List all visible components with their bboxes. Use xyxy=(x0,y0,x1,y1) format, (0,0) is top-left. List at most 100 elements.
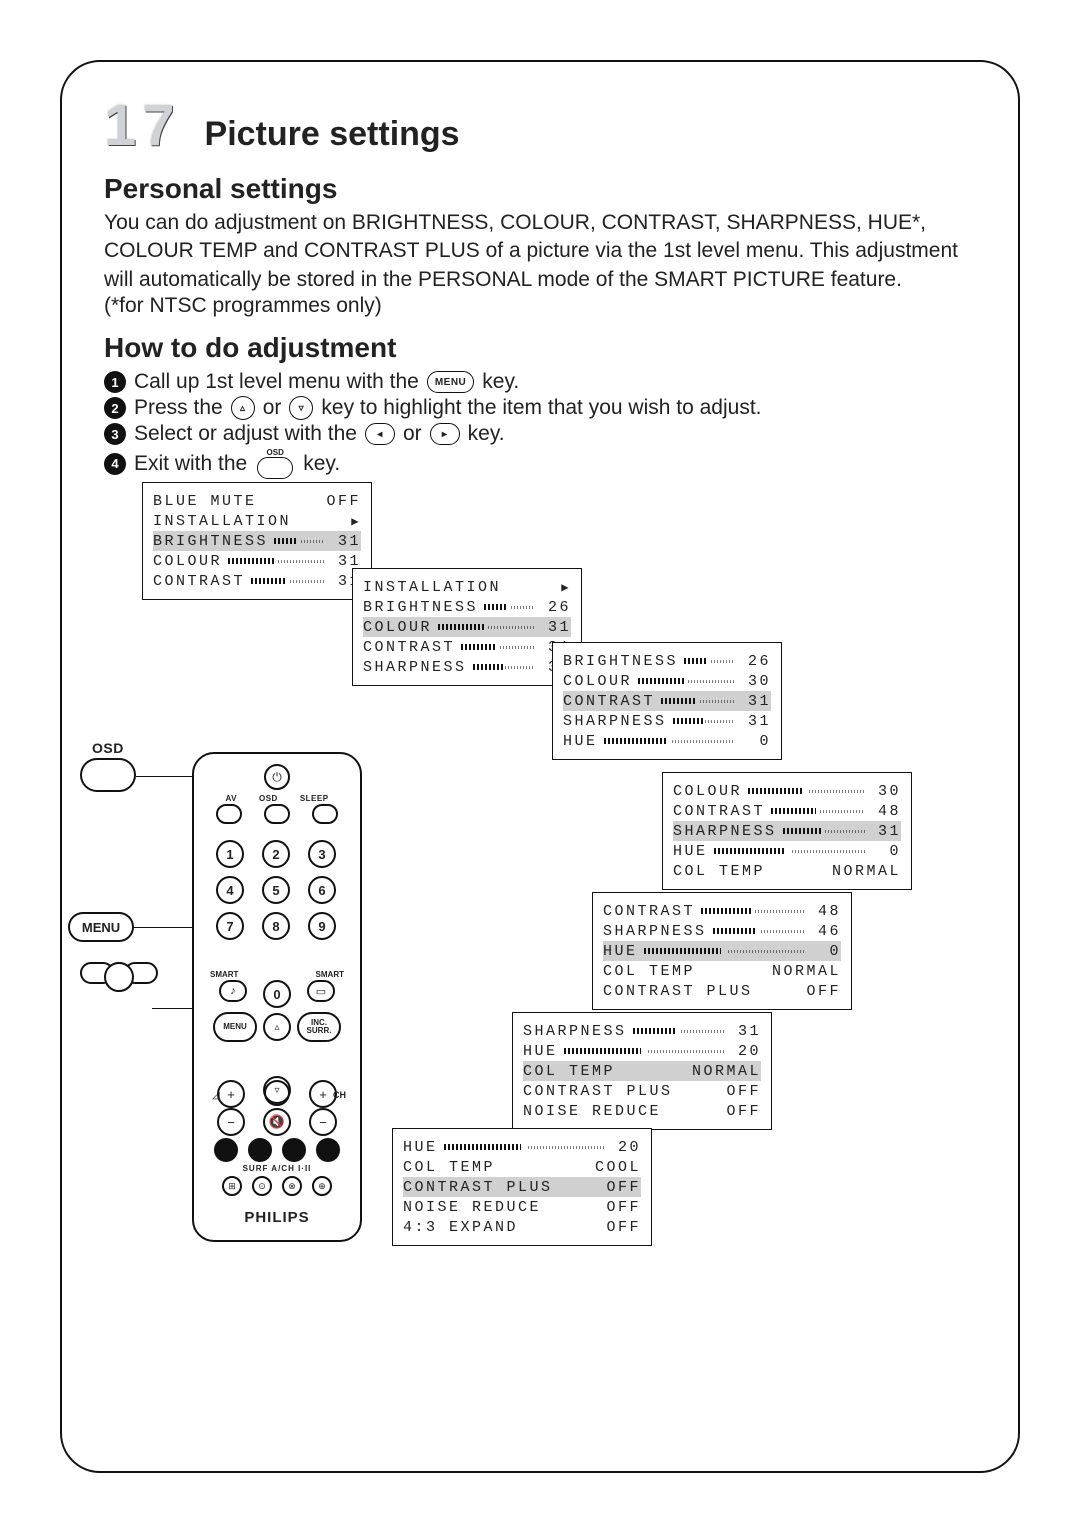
m6r1v: 20 xyxy=(731,1043,761,1060)
tiny-4: ⊕ xyxy=(312,1176,332,1196)
osd-menu-4: COLOUR30 CONTRAST48 SHARPNESS31 HUE0 COL… xyxy=(662,772,912,890)
top-row xyxy=(216,804,338,824)
menu-row: MENU ▵ INC. SURR. xyxy=(213,1012,341,1042)
m7r1l: COL TEMP xyxy=(403,1159,495,1176)
num-9: 9 xyxy=(308,912,336,940)
m7r4v: OFF xyxy=(606,1219,641,1236)
osd-key-icon xyxy=(257,457,293,479)
m5r0l: CONTRAST xyxy=(603,903,695,920)
step-3: 3 Select or adjust with the ◂ or ▸ key. xyxy=(104,422,976,446)
m7r4l: 4:3 EXPAND xyxy=(403,1219,518,1236)
bullet-1: 1 xyxy=(104,371,126,393)
m6r1l: HUE xyxy=(523,1043,558,1060)
tiny-2: ⊙ xyxy=(252,1176,272,1196)
m6r4v: OFF xyxy=(726,1103,761,1120)
m3r2v: 31 xyxy=(741,693,771,710)
m1r4l: CONTRAST xyxy=(153,573,245,590)
m3r3v: 31 xyxy=(741,713,771,730)
m5r3l: COL TEMP xyxy=(603,963,695,980)
step-3-text-b: or xyxy=(403,422,422,446)
step-1: 1 Call up 1st level menu with the MENU k… xyxy=(104,370,976,394)
m1r2l: BRIGHTNESS xyxy=(153,533,268,550)
step-2-text-b: or xyxy=(263,396,282,420)
m1r3l: COLOUR xyxy=(153,553,222,570)
m4r1l: CONTRAST xyxy=(673,803,765,820)
m2r2v: 31 xyxy=(541,619,571,636)
m5r1l: SHARPNESS xyxy=(603,923,707,940)
num-5: 5 xyxy=(262,876,290,904)
menu-key-icon: MENU xyxy=(427,371,474,393)
m7r1v: COOL xyxy=(595,1159,641,1176)
m3r4l: HUE xyxy=(563,733,598,750)
m3r0l: BRIGHTNESS xyxy=(563,653,678,670)
m4r1v: 48 xyxy=(871,803,901,820)
osd-key-label: OSD xyxy=(267,448,284,457)
m6r2v: NORMAL xyxy=(692,1063,761,1080)
bullet-4: 4 xyxy=(104,453,126,475)
osd-button xyxy=(264,804,290,824)
menu-button: MENU xyxy=(213,1012,257,1042)
m3r2l: CONTRAST xyxy=(563,693,655,710)
m6r3v: OFF xyxy=(726,1083,761,1100)
m2r1v: 26 xyxy=(541,599,571,616)
osd-callout-label: OSD xyxy=(92,740,124,756)
osd-label: OSD xyxy=(259,794,278,803)
vol-tri-icon: ◿ xyxy=(212,1090,220,1101)
osd-callout-key xyxy=(80,758,136,792)
step-4: 4 Exit with the OSD key. xyxy=(104,448,976,479)
color-key-1 xyxy=(214,1138,238,1162)
num-0: 0 xyxy=(263,980,291,1008)
mute-icon xyxy=(264,1080,290,1106)
m6r3l: CONTRAST PLUS xyxy=(523,1083,673,1100)
m4r0v: 30 xyxy=(871,783,901,800)
m2r1l: BRIGHTNESS xyxy=(363,599,478,616)
osd-menu-5: CONTRAST48 SHARPNESS46 HUE0 COL TEMPNORM… xyxy=(592,892,852,1010)
m1r2v: 31 xyxy=(331,533,361,550)
top-labels: AV OSD SLEEP xyxy=(225,794,328,803)
av-label: AV xyxy=(225,794,237,803)
osd-menu-2: INSTALLATION BRIGHTNESS26 COLOUR31 CONTR… xyxy=(352,568,582,686)
section-heading-howto: How to do adjustment xyxy=(104,332,976,364)
num-4: 4 xyxy=(216,876,244,904)
m2r2l: COLOUR xyxy=(363,619,432,636)
color-key-4 xyxy=(316,1138,340,1162)
m5r2l: HUE xyxy=(603,943,638,960)
m4r2v: 31 xyxy=(871,823,901,840)
m5r2v: 0 xyxy=(811,943,841,960)
osd-menu-7: HUE20 COL TEMPCOOL CONTRAST PLUSOFF NOIS… xyxy=(392,1128,652,1246)
cursor-down-icon: ▿ xyxy=(289,396,313,420)
num-8: 8 xyxy=(262,912,290,940)
step-2-text-c: key to highlight the item that you wish … xyxy=(321,396,761,420)
ntsc-note: (*for NTSC programmes only) xyxy=(104,294,976,318)
m6r0v: 31 xyxy=(731,1023,761,1040)
m6r2l: COL TEMP xyxy=(523,1063,615,1080)
m4r3v: 0 xyxy=(871,843,901,860)
m1r0l: BLUE MUTE xyxy=(153,493,257,510)
m3r3l: SHARPNESS xyxy=(563,713,667,730)
m4r3l: HUE xyxy=(673,843,708,860)
osd-menu-3: BRIGHTNESS26 COLOUR30 CONTRAST31 SHARPNE… xyxy=(552,642,782,760)
osd-menu-6: SHARPNESS 31 HUE 20 COL TEMP NORMAL CONTRAS… xyxy=(512,1012,772,1130)
cursor-up-icon: ▵ xyxy=(231,396,255,420)
av-button xyxy=(216,804,242,824)
menu-callout-key: MENU xyxy=(68,912,134,942)
osd-menu-1: BLUE MUTE OFF INSTALLATION BRIGHTNESS 31 C… xyxy=(142,482,372,600)
m7r2v: OFF xyxy=(606,1179,641,1196)
tiny-row: ⊞ ⊙ ⊗ ⊕ xyxy=(222,1176,332,1196)
section-body-personal: You can do adjustment on BRIGHTNESS, COL… xyxy=(104,209,976,294)
step-2-text-a: Press the xyxy=(134,396,223,420)
smart-sound-button: ♪ xyxy=(219,980,247,1002)
m3r4v: 0 xyxy=(741,733,771,750)
step-3-text-a: Select or adjust with the xyxy=(134,422,357,446)
smart-left: SMART xyxy=(210,970,238,979)
page-number: 17 xyxy=(104,92,181,159)
step-4-text-a: Exit with the xyxy=(134,452,247,476)
m1r1l: INSTALLATION xyxy=(153,513,291,530)
m5r0v: 48 xyxy=(811,903,841,920)
smart-right: SMART xyxy=(316,970,344,979)
step-1-text-b: key. xyxy=(482,370,519,394)
m6r0l: SHARPNESS xyxy=(523,1023,627,1040)
num-3: 3 xyxy=(308,840,336,868)
m1r0v: OFF xyxy=(326,493,361,510)
m4r2l: SHARPNESS xyxy=(673,823,777,840)
